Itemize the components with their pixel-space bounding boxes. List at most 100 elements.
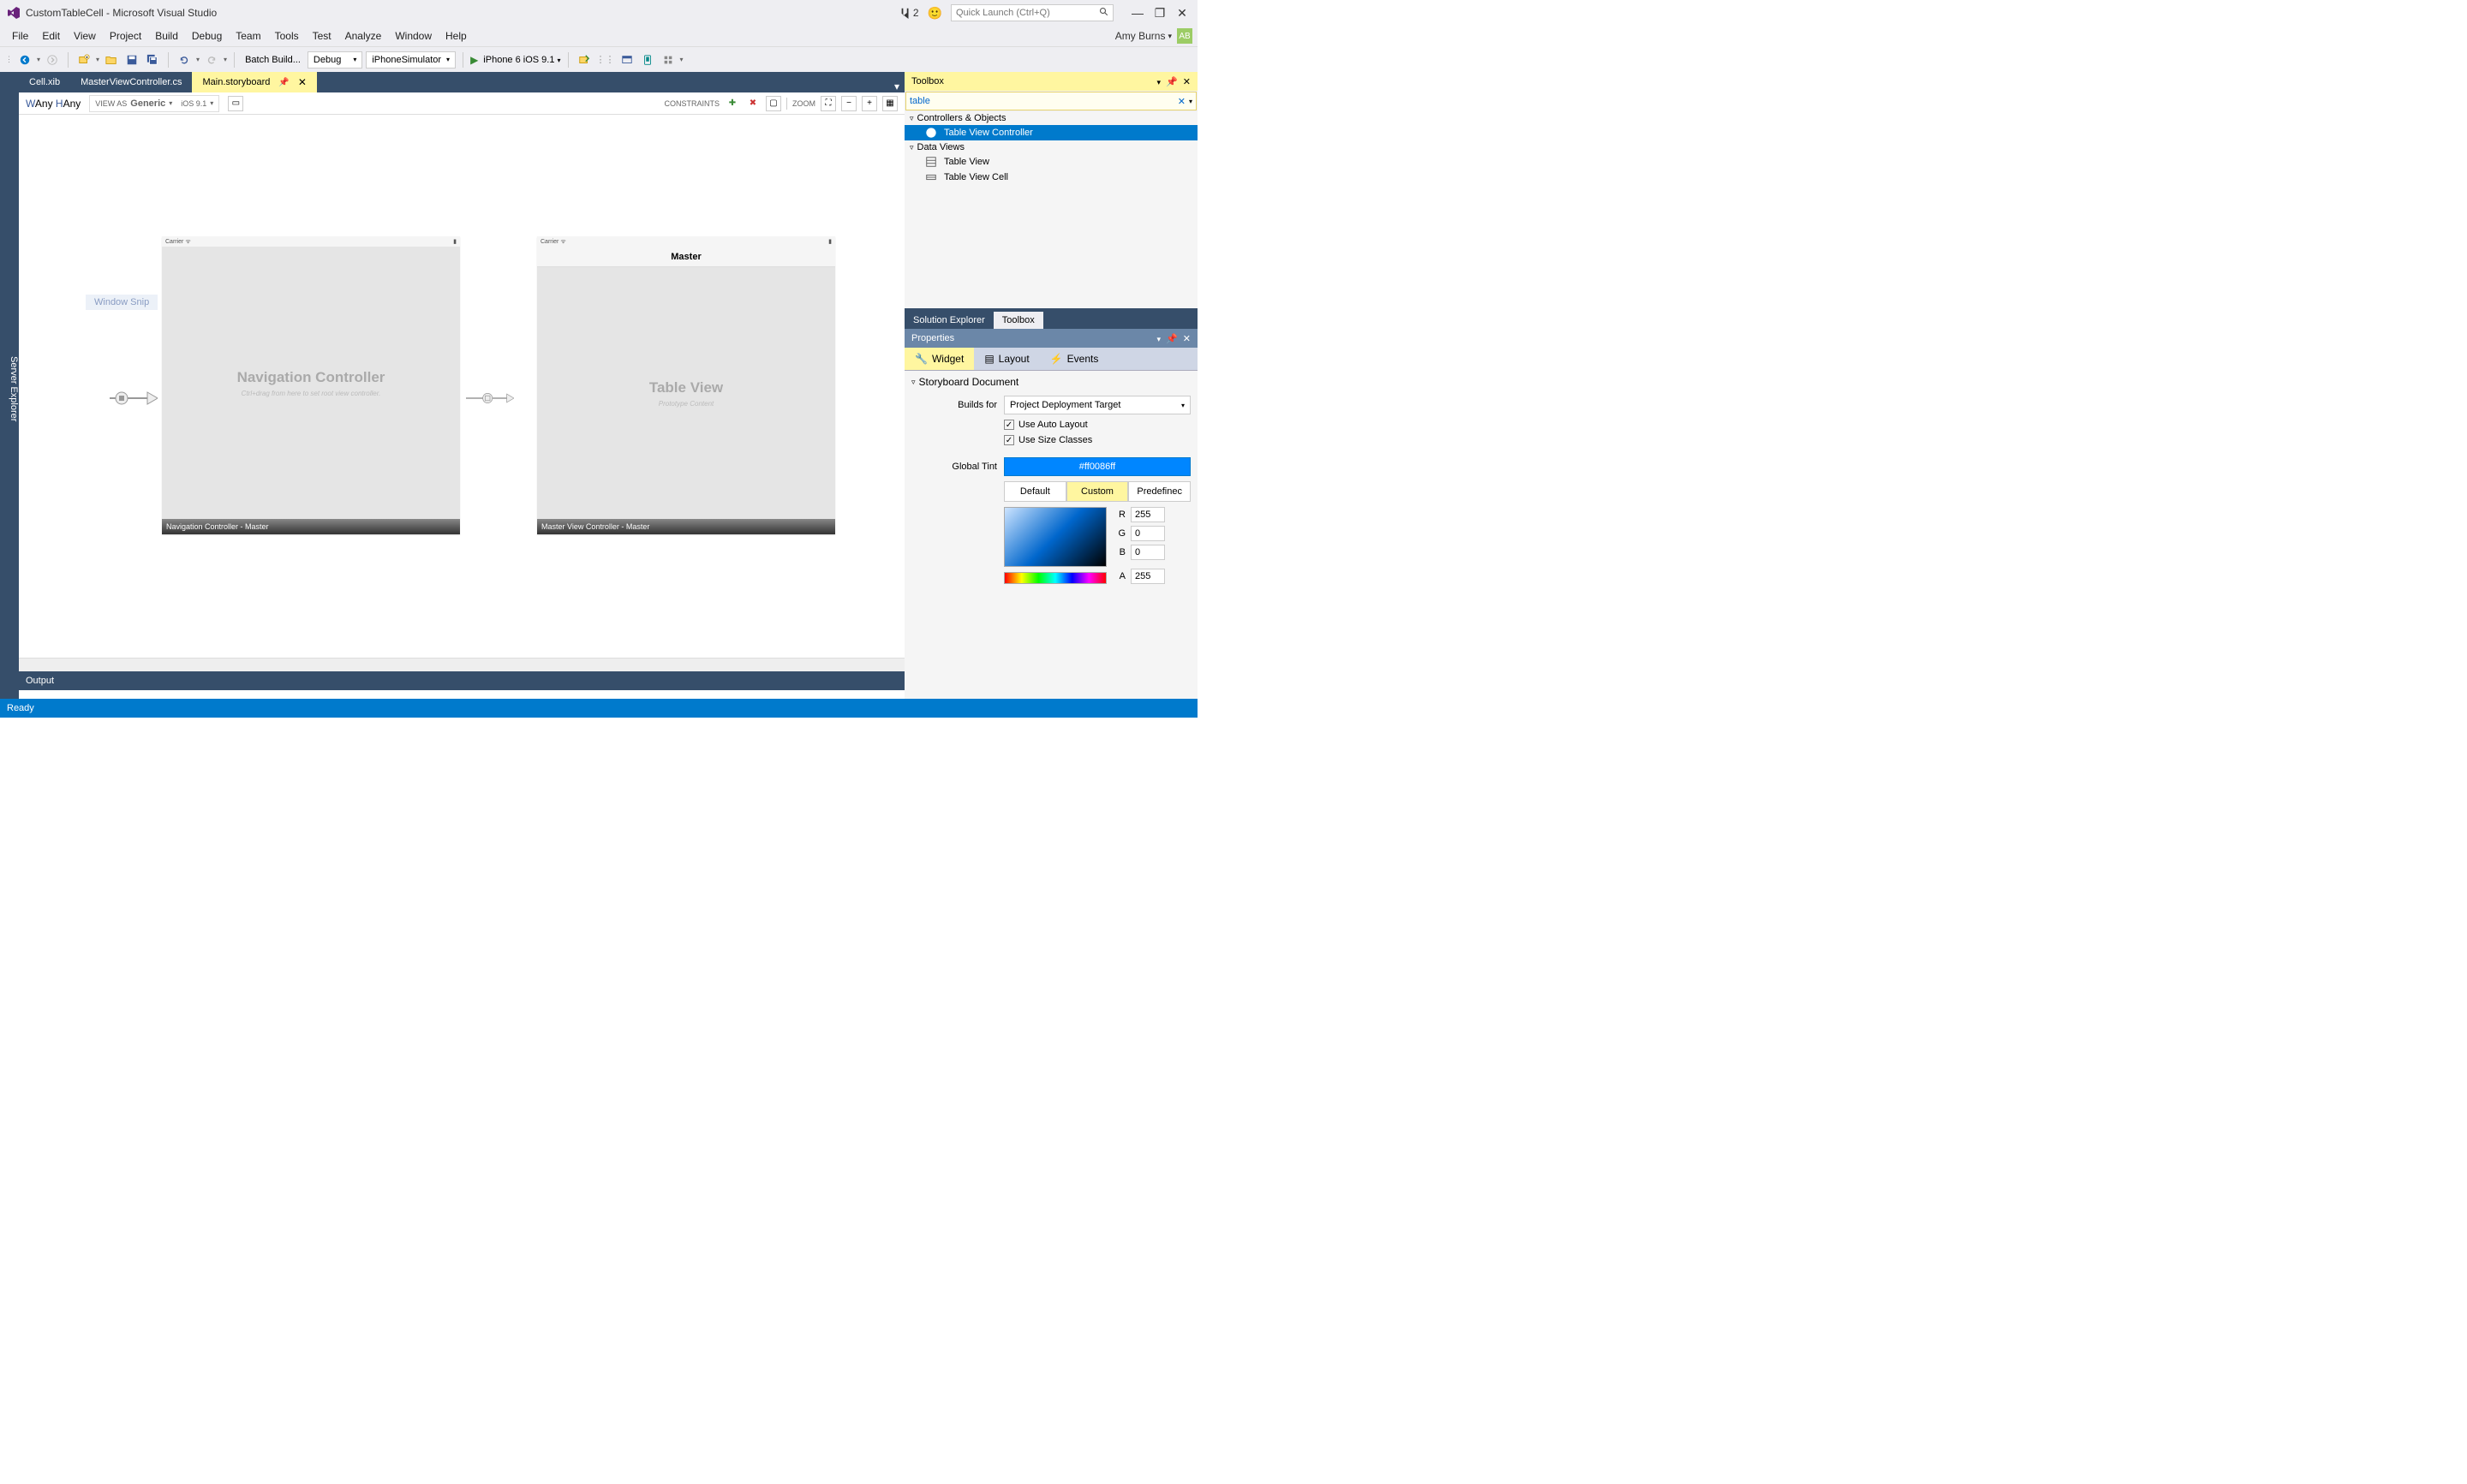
menu-tools[interactable]: Tools [268,30,306,42]
menu-view[interactable]: View [67,30,103,42]
configuration-dropdown[interactable]: Debug▾ [308,51,362,69]
zoom-out-icon[interactable]: − [841,96,857,111]
toolbar-icon-1[interactable] [576,51,593,69]
panel-dropdown-icon[interactable]: ▾ [1157,335,1162,343]
horizontal-scrollbar[interactable] [19,658,905,671]
menu-test[interactable]: Test [306,30,338,42]
constraint-add-icon[interactable]: ✚ [725,96,740,111]
menu-bar: File Edit View Project Build Debug Team … [0,26,1198,46]
segue-arrow-entry[interactable] [110,387,158,409]
color-r-input[interactable] [1131,507,1165,522]
zoom-reset-icon[interactable]: + [862,96,877,111]
user-menu[interactable]: Amy Burns ▾ AB [1115,28,1192,44]
panel-dropdown-icon[interactable]: ▾ [1157,78,1162,86]
platform-dropdown[interactable]: iPhoneSimulator▾ [366,51,456,69]
undo-button[interactable] [176,51,193,69]
tab-main-storyboard[interactable]: Main.storyboard 📌 ✕ [192,72,316,92]
size-class-indicator[interactable]: WAny HAny [26,98,81,110]
save-button[interactable] [123,51,140,69]
new-project-button[interactable]: ✦ [75,51,93,69]
device-dropdown[interactable]: iPhone 6 iOS 9.1 ▾ [483,55,560,65]
color-a-input[interactable] [1131,569,1165,584]
props-tab-layout[interactable]: ▤Layout [974,348,1039,370]
global-tint-swatch[interactable]: #ff0086ff [1004,457,1191,476]
quick-launch-input[interactable]: Quick Launch (Ctrl+Q) [951,4,1114,21]
feedback-icon[interactable]: 🙂 [928,6,942,21]
toolbar-icon-3[interactable] [639,51,656,69]
props-tab-widget[interactable]: 🔧Widget [905,348,974,370]
toolbox-item-table-cell[interactable]: Table View Cell [905,170,1198,185]
nav-back-button[interactable] [16,51,33,69]
toolbox-group[interactable]: ▿Controllers & Objects [905,111,1198,125]
pin-icon[interactable]: 📌 [1166,77,1178,87]
toolbox-group[interactable]: ▿Data Views [905,140,1198,154]
run-button[interactable]: ▶ [470,54,478,66]
auto-layout-checkbox[interactable]: ✓Use Auto Layout [1004,420,1191,430]
toolbox-item-table-view[interactable]: Table View [905,154,1198,170]
menu-window[interactable]: Window [388,30,439,42]
toolbar-icon-4[interactable] [660,51,677,69]
toolbox-item-tvc[interactable]: Table View Controller [905,125,1198,140]
toolbar-icon-2[interactable] [618,51,636,69]
constraint-frame-icon[interactable]: ▢ [766,96,781,111]
color-g-input[interactable] [1131,526,1165,541]
hue-slider[interactable] [1004,572,1107,584]
battery-icon: ▮ [453,238,457,245]
menu-build[interactable]: Build [148,30,185,42]
redo-button[interactable] [203,51,220,69]
color-gradient-picker[interactable] [1004,507,1107,567]
menu-analyze[interactable]: Analyze [338,30,389,42]
builds-for-dropdown[interactable]: Project Deployment Target▾ [1004,396,1191,414]
save-all-button[interactable] [144,51,161,69]
close-panel-icon[interactable]: ✕ [1183,77,1191,87]
menu-project[interactable]: Project [103,30,148,42]
zoom-actual-icon[interactable]: ▦ [882,96,898,111]
tab-cell-xib[interactable]: Cell.xib [19,72,70,92]
storyboard-canvas[interactable]: Window Snip Carrier ᯤ▮ Navigation Contro… [19,115,905,658]
tabs-dropdown[interactable]: ▾ [889,80,905,92]
clear-search-icon[interactable]: ✕ [1178,96,1186,107]
minimize-button[interactable]: — [1129,6,1146,20]
output-panel-header[interactable]: Output [19,671,905,690]
constraint-remove-icon[interactable]: ✖ [745,96,761,111]
close-button[interactable]: ✕ [1174,6,1191,21]
menu-edit[interactable]: Edit [35,30,67,42]
nav-forward-button[interactable] [44,51,61,69]
color-default-button[interactable]: Default [1004,481,1066,502]
document-tabs: Cell.xib MasterViewController.cs Main.st… [19,72,905,92]
orientation-toggle[interactable]: ▭ [228,96,243,111]
color-custom-button[interactable]: Custom [1066,481,1129,502]
props-tab-events[interactable]: ⚡Events [1040,348,1109,370]
menu-team[interactable]: Team [229,30,267,42]
pin-icon[interactable]: 📌 [1166,334,1178,344]
search-dropdown-icon[interactable]: ▾ [1189,98,1192,105]
tab-solution-explorer[interactable]: Solution Explorer [905,312,994,329]
zoom-fit-icon[interactable]: ⛶ [821,96,836,111]
master-vc-scene[interactable]: Carrier ᯤ▮ Master Table View Prototype C… [537,236,835,534]
tab-master-vc[interactable]: MasterViewController.cs [70,72,192,92]
color-b-input[interactable] [1131,545,1165,560]
color-predefined-button[interactable]: Predefinec [1128,481,1191,502]
segue-arrow-root[interactable] [466,387,514,409]
menu-debug[interactable]: Debug [185,30,229,42]
batch-build-button[interactable]: Batch Build... [242,55,304,65]
menu-help[interactable]: Help [439,30,474,42]
tab-toolbox[interactable]: Toolbox [994,312,1043,329]
menu-file[interactable]: File [5,30,35,42]
close-panel-icon[interactable]: ✕ [1183,334,1191,344]
status-bar: Ready [0,699,1198,718]
maximize-button[interactable]: ❐ [1151,6,1168,21]
properties-header: Properties ▾📌✕ [905,329,1198,348]
open-file-button[interactable] [103,51,120,69]
table-view-icon [925,156,937,168]
pin-icon[interactable]: 📌 [278,78,289,87]
notifications-flag[interactable]: 2 [899,7,919,19]
layout-icon: ▤ [984,353,994,365]
size-classes-checkbox[interactable]: ✓Use Size Classes [1004,435,1191,445]
nav-controller-scene[interactable]: Carrier ᯤ▮ Navigation Controller Ctrl+dr… [162,236,460,534]
server-explorer-tab[interactable]: Server Explorer [0,72,19,699]
toolbox-search[interactable]: ✕ ▾ [905,92,1197,110]
close-tab-icon[interactable]: ✕ [298,76,307,88]
view-as-selector[interactable]: VIEW AS Generic ▾ iOS 9.1 ▾ [89,95,219,112]
search-icon [1099,7,1109,20]
